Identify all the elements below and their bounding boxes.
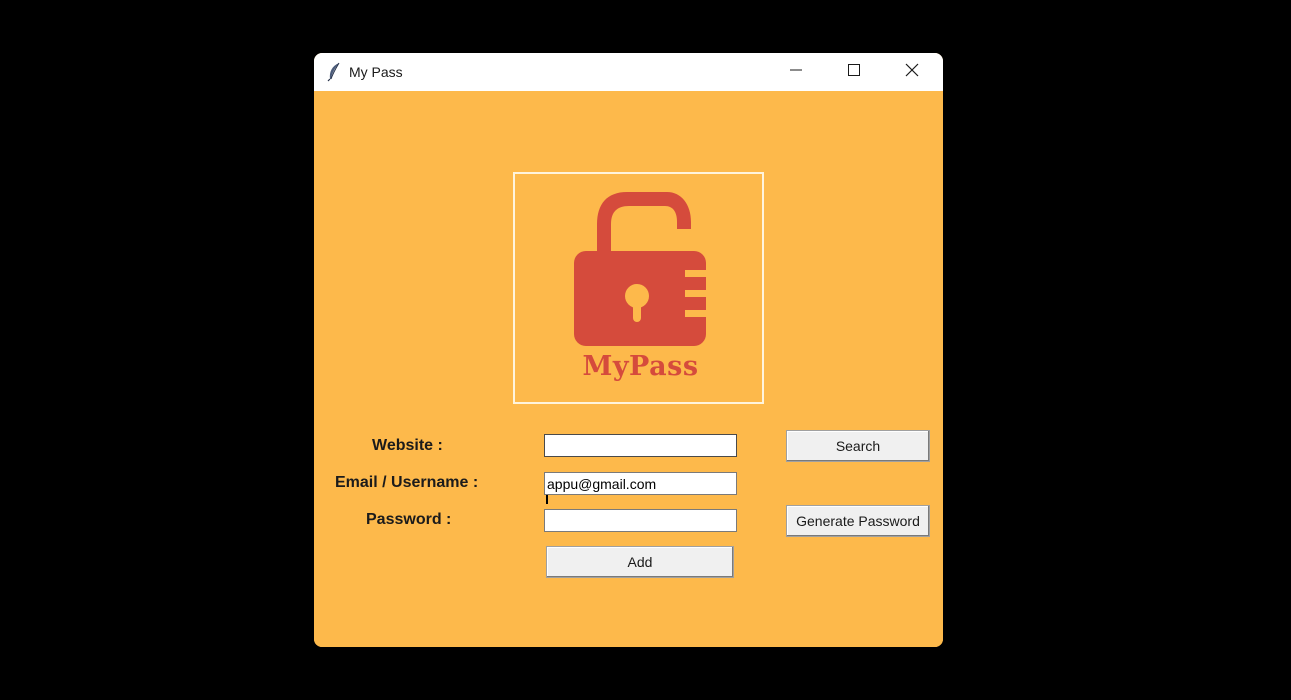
app-window: My Pass MyPass Website: Email / Usernam… <box>314 53 943 647</box>
logo-text: MyPass <box>582 351 699 382</box>
website-label: Website : <box>372 437 443 454</box>
logo-canvas: MyPass <box>513 172 764 404</box>
maximize-icon <box>847 63 861 82</box>
password-input[interactable] <box>544 509 737 532</box>
email-label: Email / Username : <box>335 474 479 491</box>
email-input[interactable] <box>544 472 737 495</box>
main-content: MyPass Website : Email / Username : Pass… <box>314 91 943 647</box>
close-button[interactable] <box>883 53 941 91</box>
maximize-button[interactable] <box>825 53 883 91</box>
add-button[interactable]: Add <box>546 546 734 578</box>
website-input[interactable] <box>544 434 737 457</box>
minimize-button[interactable] <box>767 53 825 91</box>
search-button[interactable]: Search <box>786 430 930 462</box>
feather-icon <box>326 62 344 82</box>
window-title: My Pass <box>349 64 403 80</box>
generate-password-button[interactable]: Generate Password <box>786 505 930 537</box>
password-label: Password : <box>366 511 452 528</box>
minimize-icon <box>789 63 803 82</box>
close-icon <box>905 63 919 82</box>
title-bar[interactable]: My Pass <box>314 53 943 91</box>
